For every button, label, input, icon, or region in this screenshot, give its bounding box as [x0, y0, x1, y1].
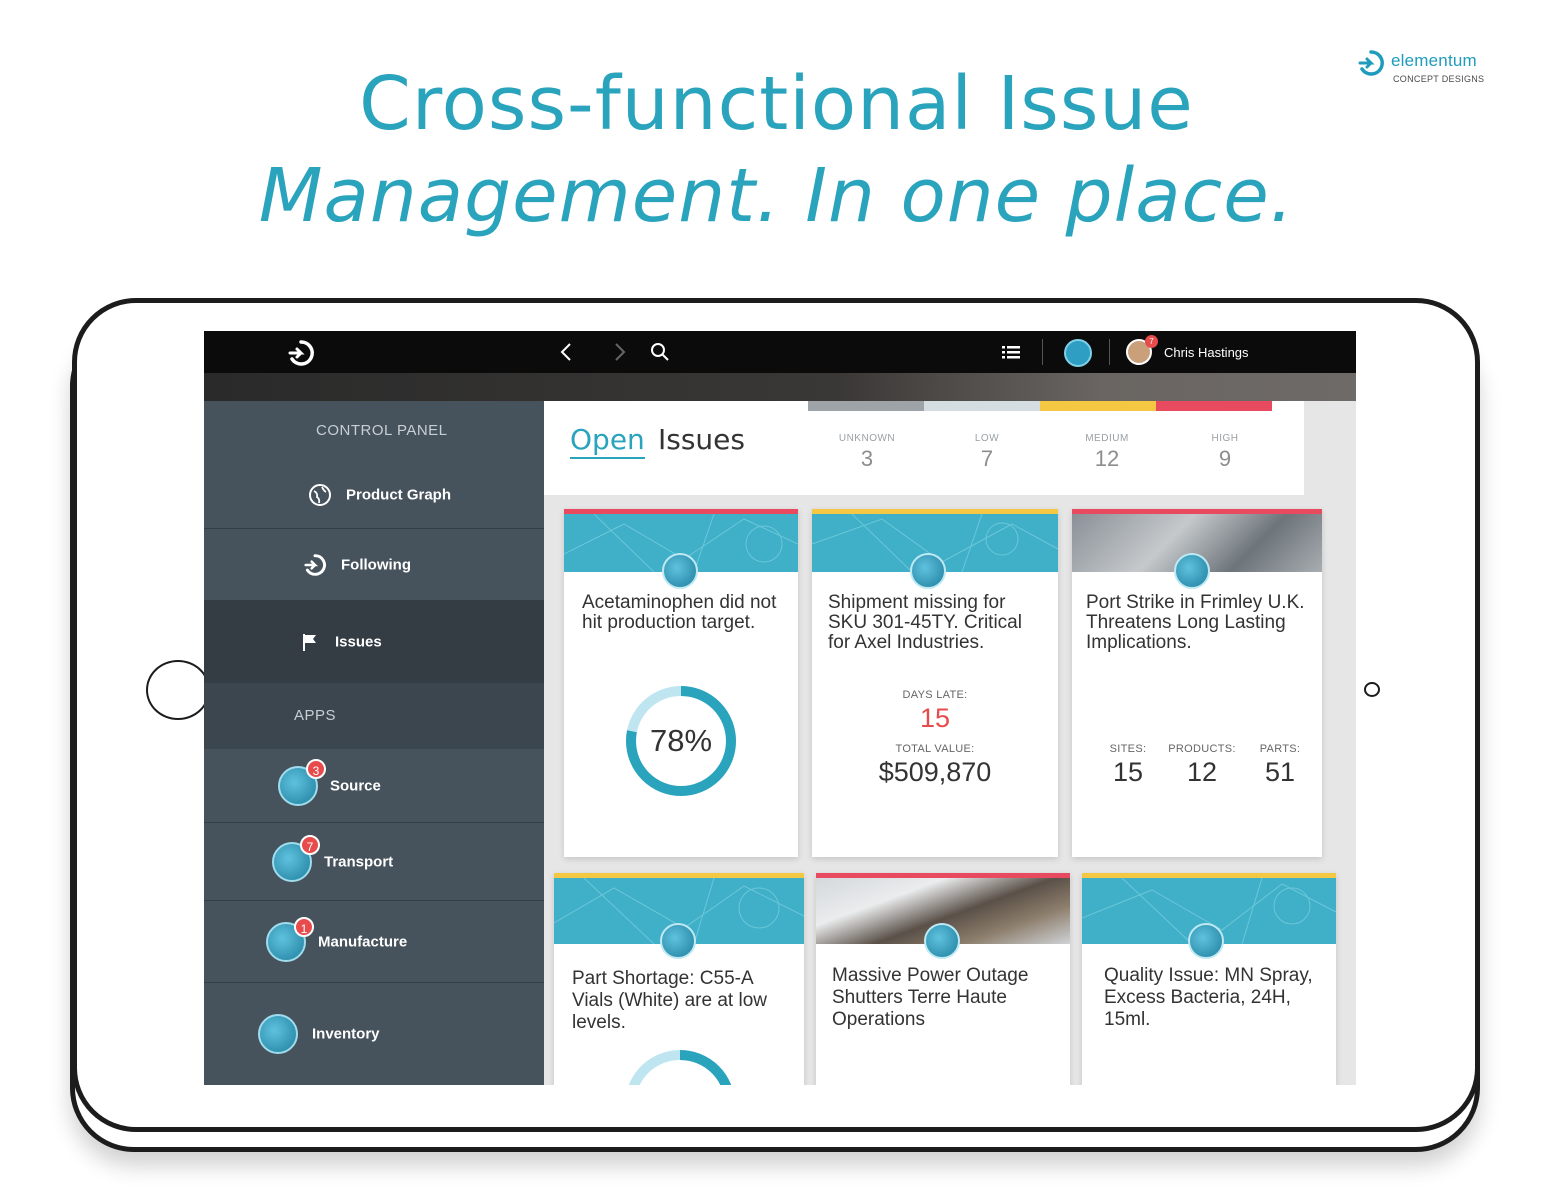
progress-percent: 78% — [649, 723, 713, 758]
sidebar-item-label: Issues — [335, 633, 382, 650]
app-badge: 1 — [294, 917, 314, 937]
search-icon[interactable] — [648, 340, 672, 364]
sites-label: SITES: — [1109, 743, 1147, 755]
list-icon[interactable] — [1000, 341, 1022, 363]
control-panel-label: CONTROL PANEL — [316, 422, 448, 439]
headline: Cross-functional Issue Management. In on… — [0, 58, 1553, 242]
card-title: Port Strike in Frimley U.K. Threatens Lo… — [1086, 592, 1305, 653]
app-item-inventory[interactable]: Inventory — [204, 983, 544, 1085]
user-name[interactable]: Chris Hastings — [1164, 345, 1249, 360]
radar-icon — [924, 923, 960, 959]
products-value: 12 — [1186, 757, 1218, 787]
app-item-manufacture[interactable]: 1 Manufacture — [204, 901, 544, 983]
severity-label: MEDIUM — [1085, 433, 1129, 444]
severity-count: 9 — [1218, 446, 1232, 471]
chevron-left-icon[interactable] — [556, 340, 578, 364]
card-title: Massive Power Outage Shutters Terre Haut… — [832, 965, 1029, 1030]
app-label: Manufacture — [318, 933, 408, 950]
card-title: Acetaminophen did not hit production tar… — [582, 592, 777, 633]
severity-count: 3 — [860, 446, 874, 471]
issue-card[interactable]: Port Strike in Frimley U.K. Threatens Lo… — [1072, 509, 1322, 857]
divider — [1042, 339, 1043, 365]
days-late-value: 15 — [919, 703, 951, 733]
main-content: Open Issues UNKNOWN 3 LOW 7 MEDIUM 12 HI… — [544, 401, 1356, 1085]
sidebar-item-product-graph[interactable]: Product Graph — [204, 461, 544, 529]
radar-icon — [1174, 553, 1210, 589]
severity-unknown[interactable]: UNKNOWN 3 — [822, 433, 912, 472]
project-avatar[interactable] — [1064, 339, 1092, 367]
severity-high[interactable]: HIGH 9 — [1180, 433, 1270, 472]
severity-count: 7 — [980, 446, 994, 471]
app-badge: 3 — [306, 759, 326, 779]
parts-label: PARTS: — [1259, 743, 1301, 755]
stage: elementum CONCEPT DESIGNS Cross-function… — [0, 0, 1553, 1200]
issues-header: Open Issues UNKNOWN 3 LOW 7 MEDIUM 12 HI… — [544, 401, 1304, 495]
progress-donut — [625, 1050, 735, 1085]
top-bar: 7 Chris Hastings — [204, 331, 1356, 373]
tablet-screen: 7 Chris Hastings CONTROL PANEL Product G… — [204, 331, 1356, 1085]
sidebar-item-label: Following — [341, 556, 411, 573]
card-title: Part Shortage: C55-A Vials (White) are a… — [572, 968, 767, 1033]
route-icon — [910, 553, 946, 589]
app-label: Transport — [324, 853, 394, 870]
app-item-source[interactable]: 3 Source — [204, 749, 544, 823]
severity-label: HIGH — [1211, 433, 1239, 444]
app-badge: 7 — [300, 835, 320, 855]
box-icon — [258, 1014, 298, 1054]
severity-bar-unknown — [808, 401, 924, 411]
severity-bar-medium — [1040, 401, 1156, 411]
app-label: Inventory — [312, 1025, 380, 1043]
flag-icon — [303, 633, 316, 651]
radar-icon — [1188, 923, 1224, 959]
headline-line-2: Management. In one place. — [258, 153, 1295, 239]
severity-label: UNKNOWN — [838, 433, 896, 444]
apps-label: APPS — [294, 707, 337, 724]
issue-card[interactable]: Massive Power Outage Shutters Terre Haut… — [816, 873, 1070, 1085]
globe-icon — [309, 483, 331, 506]
tab-open[interactable]: Open — [570, 423, 645, 459]
user-notification-badge: 7 — [1145, 335, 1158, 348]
elementum-logo-icon — [304, 553, 326, 576]
severity-count: 12 — [1094, 446, 1120, 471]
severity-medium[interactable]: MEDIUM 12 — [1062, 433, 1152, 472]
parts-value: 51 — [1264, 757, 1296, 787]
sidebar-item-issues[interactable]: Issues — [204, 601, 544, 683]
sub-bar — [204, 373, 1356, 401]
box-icon — [660, 923, 696, 959]
sidebar-item-label: Product Graph — [346, 486, 452, 503]
total-value-label: TOTAL VALUE: — [895, 743, 975, 755]
products-label: PRODUCTS: — [1168, 743, 1236, 755]
total-value: $509,870 — [878, 757, 992, 787]
home-button[interactable] — [146, 660, 210, 720]
app-item-transport[interactable]: 7 Transport — [204, 823, 544, 901]
severity-label: LOW — [974, 433, 1000, 444]
chevron-right-icon[interactable] — [608, 340, 630, 364]
headline-line-1: Cross-functional Issue — [359, 61, 1194, 147]
severity-low[interactable]: LOW 7 — [942, 433, 1032, 472]
app-label: Source — [330, 777, 381, 794]
factory-icon — [662, 553, 698, 589]
page-title: Issues — [658, 423, 745, 456]
apps-header: APPS — [204, 683, 544, 749]
sidebar: CONTROL PANEL Product Graph Following Is… — [204, 401, 544, 1085]
camera — [1364, 682, 1380, 697]
divider — [1109, 339, 1110, 365]
card-title: Quality Issue: MN Spray, Excess Bacteria… — [1104, 965, 1313, 1030]
card-title: Shipment missing for SKU 301-45TY. Criti… — [828, 592, 1022, 653]
issue-card[interactable]: Acetaminophen did not hit production tar… — [564, 509, 798, 857]
issue-card[interactable]: Part Shortage: C55-A Vials (White) are a… — [554, 873, 804, 1085]
sidebar-item-following[interactable]: Following — [204, 529, 544, 601]
sites-value: 15 — [1112, 757, 1144, 787]
severity-bar-high — [1156, 401, 1272, 411]
issue-card[interactable]: Quality Issue: MN Spray, Excess Bacteria… — [1082, 873, 1336, 1085]
days-late-label: DAYS LATE: — [902, 689, 968, 701]
elementum-logo-icon[interactable] — [288, 340, 314, 366]
control-panel-header: CONTROL PANEL — [204, 401, 544, 461]
issue-card[interactable]: Shipment missing for SKU 301-45TY. Criti… — [812, 509, 1058, 857]
severity-bar-low — [924, 401, 1040, 411]
